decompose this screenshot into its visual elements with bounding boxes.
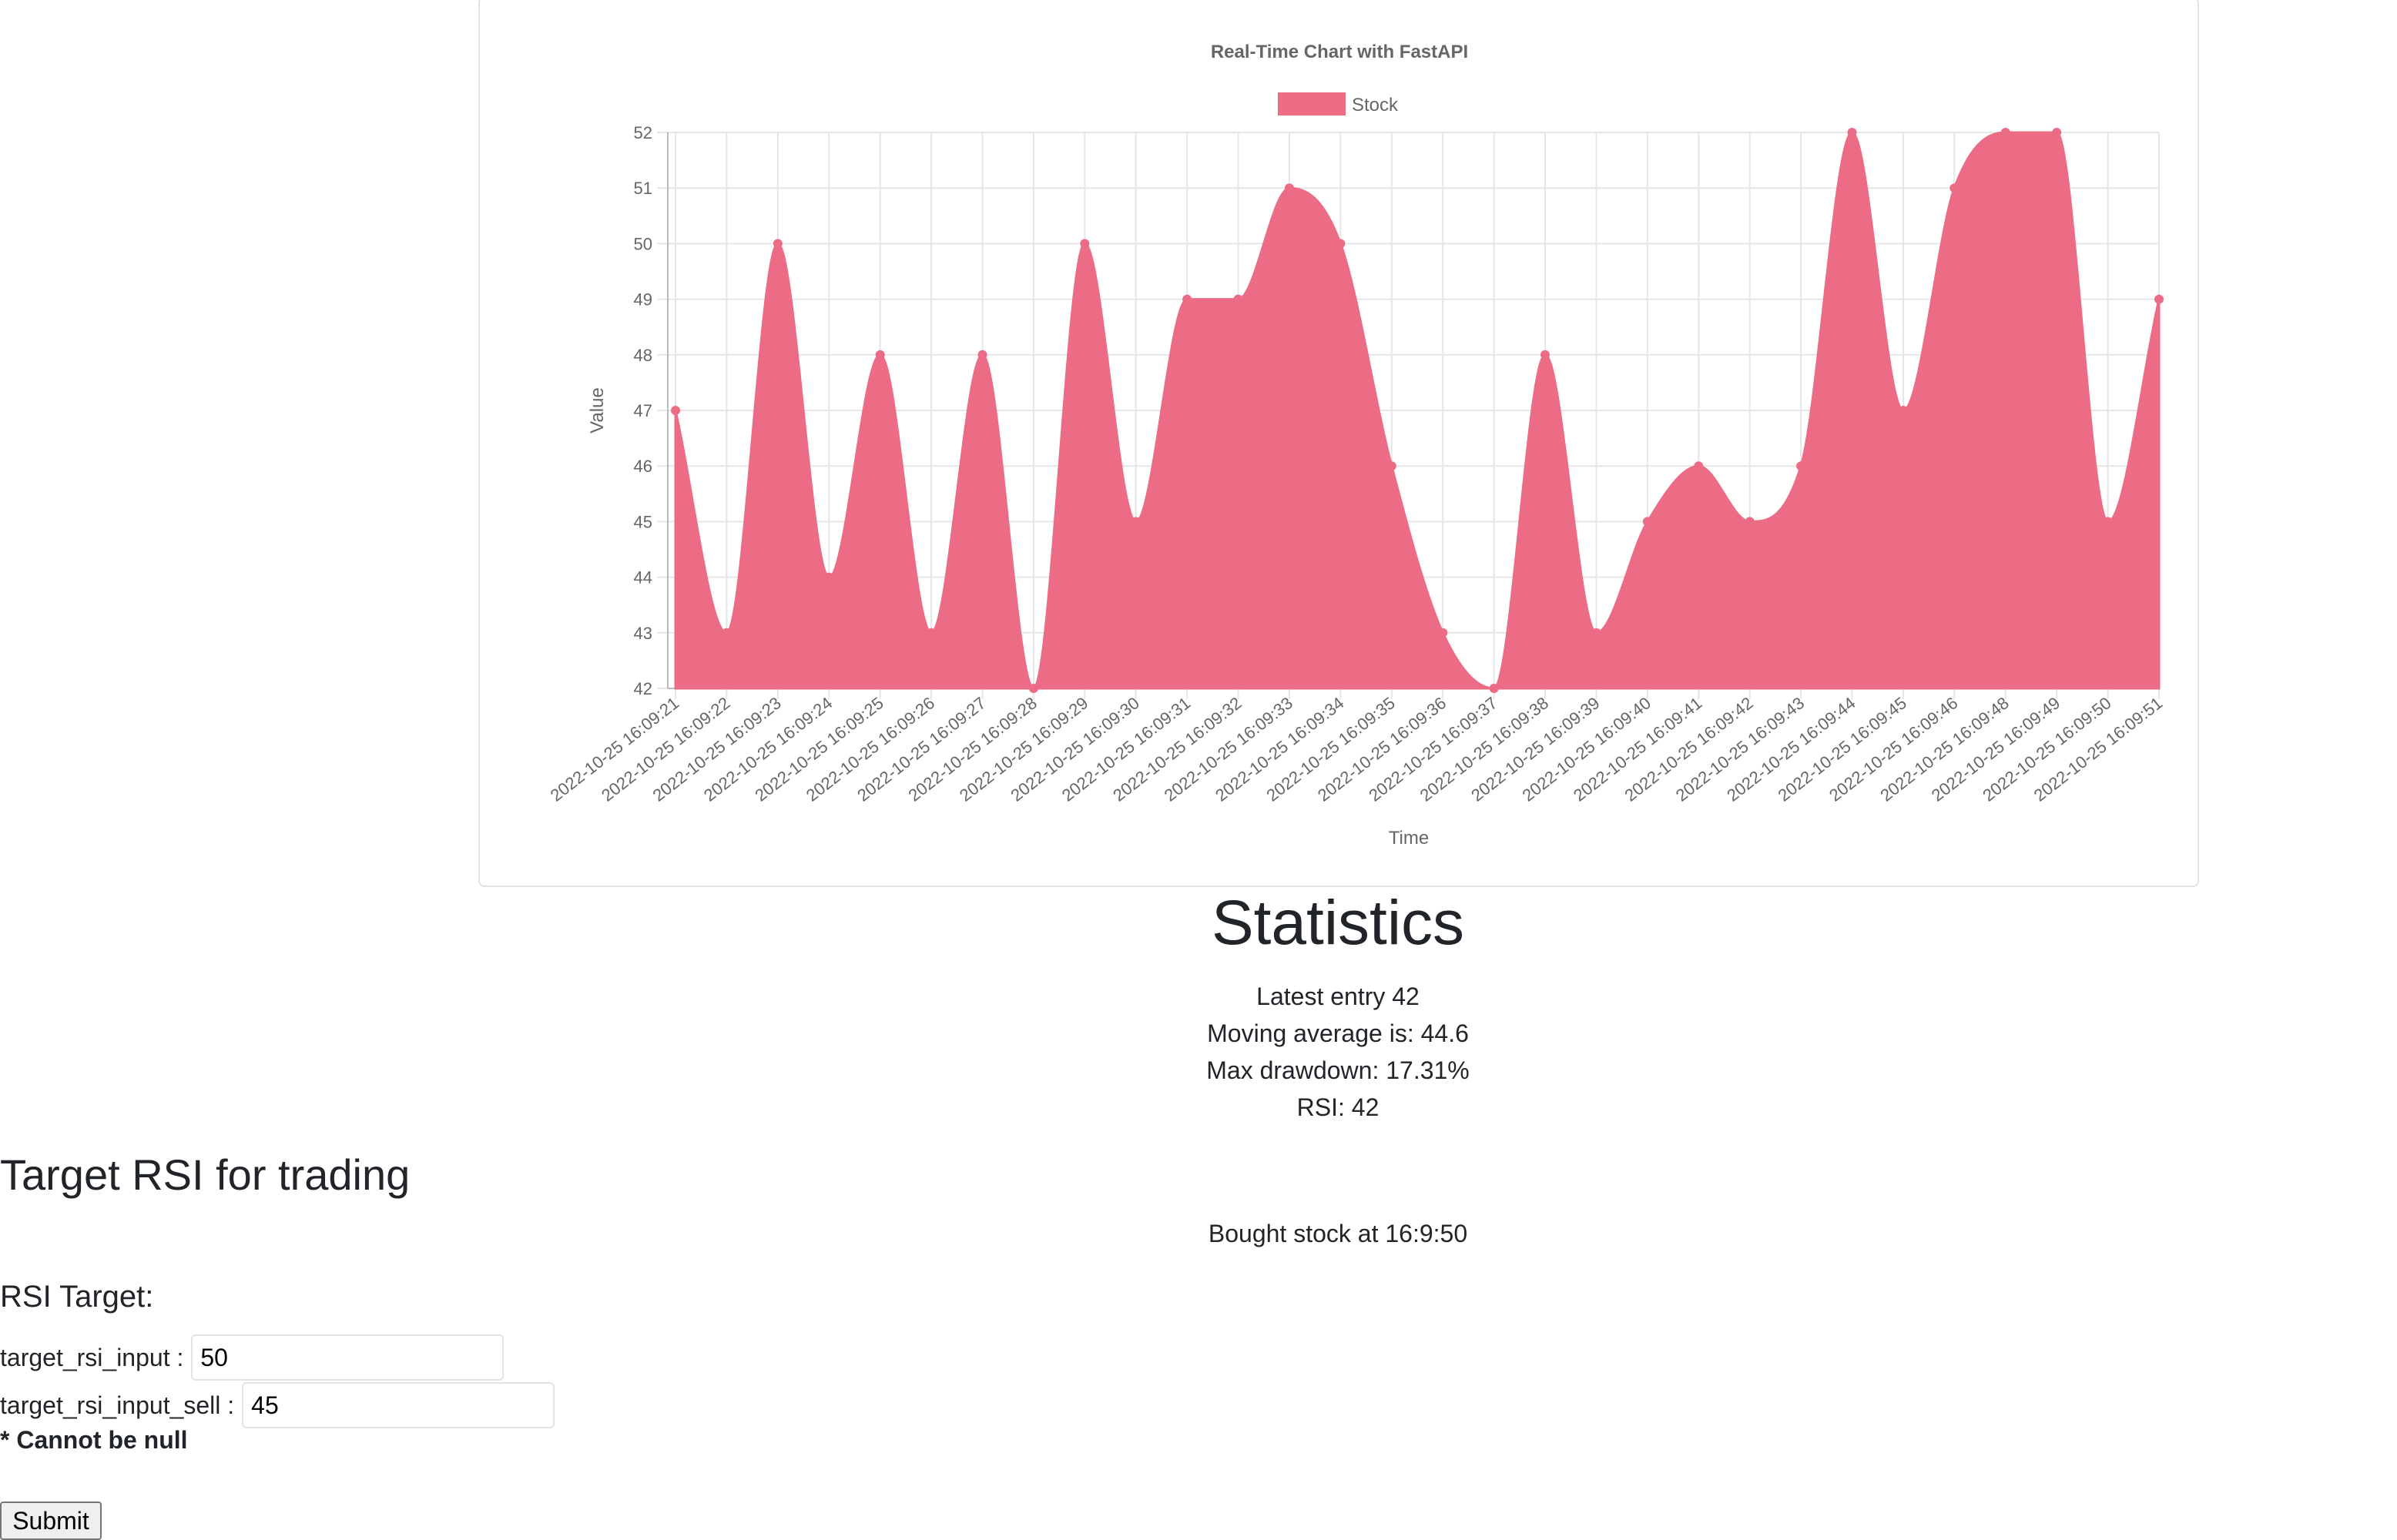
data-point (1233, 294, 1243, 304)
stock-chart: 42434445464748495051522022-10-25 16:09:2… (547, 42, 2166, 849)
chart-card: 42 43 44 45 46 47 48 49 50 51 52 2022-10-25 16:09:2… (478, 0, 2199, 887)
target-rsi-heading: Target RSI for trading (0, 1150, 411, 1199)
bought-message: Bought stock at 16:9:50 (1208, 1220, 1468, 1247)
data-point (773, 239, 783, 249)
data-point (1847, 128, 1857, 137)
y-tick-label: 47 (634, 401, 652, 420)
validation-note: * Cannot be null (0, 1426, 188, 1454)
buy-rsi-row: target_rsi_input : (0, 1334, 505, 1381)
data-point (824, 572, 834, 582)
y-tick-label: 45 (634, 512, 652, 531)
legend-swatch (1278, 92, 1346, 116)
max-drawdown-text: Max drawdown: 17.31% (1206, 1056, 1470, 1084)
latest-entry-text: Latest entry 42 (1256, 983, 1420, 1010)
data-point (1949, 183, 1960, 193)
data-point (1796, 461, 1806, 471)
data-point (1540, 350, 1551, 360)
data-point (671, 406, 680, 415)
y-tick-label: 43 (634, 624, 652, 643)
data-point (1131, 517, 1141, 527)
data-point (977, 350, 987, 360)
data-point (1642, 517, 1652, 527)
data-point (1028, 684, 1038, 693)
data-point (1336, 239, 1346, 249)
x-axis-title: Time (1389, 828, 1429, 849)
data-point (1438, 628, 1448, 638)
y-tick-label: 52 (634, 123, 652, 142)
y-tick-label: 48 (634, 346, 652, 365)
data-point (722, 628, 732, 638)
data-point (2000, 128, 2010, 137)
data-point (1898, 406, 1908, 415)
data-point (1489, 684, 1499, 693)
chart-title: Real-Time Chart with FastAPI (1211, 42, 1468, 62)
data-point (927, 628, 937, 638)
sell-rsi-row: target_rsi_input_sell : (0, 1381, 555, 1429)
y-tick-label: 50 (634, 234, 652, 253)
moving-average-text: Moving average is: 44.6 (1207, 1019, 1469, 1047)
data-point (2052, 128, 2062, 137)
data-point (1284, 183, 1294, 193)
data-point (1694, 461, 1704, 471)
rsi-text: RSI: 42 (1296, 1093, 1380, 1121)
y-tick-label: 44 (634, 568, 652, 588)
sell-rsi-label: target_rsi_input_sell : (0, 1391, 235, 1419)
data-point (2154, 294, 2164, 304)
statistics-heading: Statistics (1211, 888, 1465, 958)
target-rsi-input-sell[interactable] (242, 1382, 555, 1428)
data-point (2103, 517, 2113, 527)
y-tick-label: 46 (634, 457, 652, 476)
data-point (1386, 461, 1396, 471)
data-point (875, 350, 885, 360)
y-tick-label: 51 (634, 179, 652, 198)
legend-label: Stock (1352, 95, 1399, 116)
submit-button[interactable]: Submit (0, 1502, 102, 1540)
y-tick-label: 42 (634, 679, 652, 698)
data-point (1745, 517, 1755, 527)
rsi-target-label: RSI Target: (0, 1280, 154, 1314)
target-rsi-input[interactable] (191, 1334, 505, 1381)
data-point (1080, 239, 1090, 249)
y-axis-title: Value (587, 387, 608, 434)
data-point (1591, 628, 1601, 638)
data-point (1182, 294, 1192, 304)
y-tick-label: 49 (634, 290, 652, 310)
buy-rsi-label: target_rsi_input : (0, 1343, 184, 1371)
